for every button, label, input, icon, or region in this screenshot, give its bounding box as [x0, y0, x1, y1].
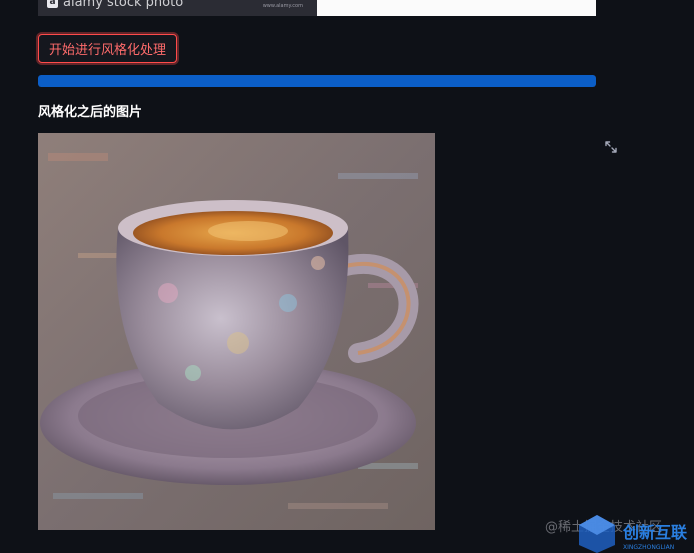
progress-bar-fill	[38, 75, 596, 87]
stock-photo-logo: a alamy stock photo	[47, 0, 183, 10]
cube-logo-subtext: XINGZHONGLIAN	[623, 544, 674, 551]
progress-bar	[38, 75, 596, 87]
expand-arrows-icon[interactable]	[603, 139, 619, 155]
cube-logo: 创新互联 XINGZHONGLIAN	[575, 511, 687, 553]
stock-logo-text: alamy stock photo	[63, 0, 184, 10]
cube-logo-text: 创新互联	[622, 523, 687, 542]
stock-url-text: www.alamy.com	[262, 3, 303, 9]
start-stylize-button[interactable]: 开始进行风格化处理	[38, 34, 178, 63]
input-image-watermark-band: a alamy stock photo www.alamy.com	[38, 0, 317, 16]
input-image-light-area	[317, 0, 596, 16]
input-image-strip: a alamy stock photo www.alamy.com	[38, 0, 596, 16]
stylized-teacup-image	[38, 133, 435, 530]
app-page: a alamy stock photo www.alamy.com 开始进行风格…	[0, 0, 694, 553]
result-subheader: 风格化之后的图片	[38, 105, 143, 120]
stock-logo-mark: a	[47, 0, 58, 8]
